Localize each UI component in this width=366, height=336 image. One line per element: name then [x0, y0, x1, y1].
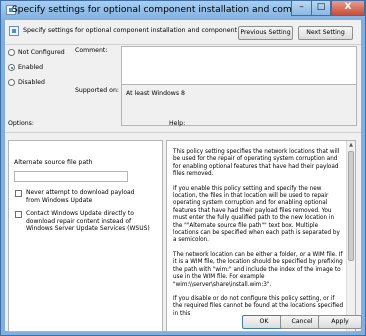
never-download-option[interactable]: Never attempt to download payload from W… — [15, 189, 145, 204]
options-panel: Alternate source file path Never attempt… — [8, 140, 163, 332]
radio-button[interactable] — [8, 79, 15, 86]
help-paragraph: This policy setting specifies the networ… — [173, 149, 340, 178]
help-text: This policy setting specifies the networ… — [173, 149, 345, 325]
next-setting-button[interactable]: Next Setting — [298, 26, 353, 40]
scroll-up-arrow-icon[interactable]: ▲ — [347, 141, 355, 150]
scroll-thumb[interactable] — [348, 151, 354, 261]
radio-label: Enabled — [18, 64, 44, 71]
radio-disabled[interactable]: Disabled — [8, 79, 45, 86]
radio-enabled[interactable]: Enabled — [8, 64, 43, 71]
help-panel: This policy setting specifies the networ… — [166, 140, 356, 332]
radio-label: Not Configured — [18, 49, 65, 56]
contact-wu-label: Contact Windows Update directly to downl… — [26, 210, 150, 232]
help-paragraph: If you enable this policy setting and sp… — [173, 185, 340, 244]
middle-divider — [5, 132, 361, 133]
radio-not-configured[interactable]: Not Configured — [8, 49, 65, 56]
policy-editor-window: Specify settings for optional component … — [0, 0, 366, 336]
apply-button[interactable]: Apply — [318, 315, 362, 329]
help-paragraph: The network location can be either a fol… — [173, 251, 343, 288]
supported-on-label: Supported on: — [75, 87, 119, 94]
radio-button[interactable] — [8, 49, 15, 56]
help-title: Help: — [169, 120, 186, 127]
dialog-client-area: Specify settings for optional component … — [5, 20, 362, 332]
contact-wu-option[interactable]: Contact Windows Update directly to downl… — [15, 210, 155, 233]
close-button[interactable]: X — [331, 1, 365, 16]
title-bar[interactable]: Specify settings for optional component … — [1, 1, 365, 20]
radio-button[interactable] — [8, 64, 15, 71]
setting-title: Specify settings for optional component … — [23, 27, 258, 34]
alternate-source-label: Alternate source file path — [14, 159, 93, 166]
supported-on-box: At least Windows 8 — [121, 84, 357, 126]
contact-wu-checkbox[interactable] — [15, 211, 22, 218]
options-title: Options: — [8, 120, 34, 127]
previous-setting-button[interactable]: Previous Setting — [238, 26, 293, 40]
setting-icon — [9, 26, 19, 36]
supported-on-value: At least Windows 8 — [126, 90, 185, 97]
never-download-checkbox[interactable] — [15, 190, 22, 197]
radio-label: Disabled — [18, 79, 45, 86]
header-divider — [5, 44, 361, 45]
alternate-source-input[interactable] — [14, 171, 128, 182]
minimize-button[interactable]: – — [291, 1, 311, 16]
never-download-label: Never attempt to download payload from W… — [26, 189, 135, 204]
help-scrollbar[interactable]: ▲ ▼ — [346, 141, 355, 331]
maximize-button[interactable]: □ — [311, 1, 331, 16]
comment-label: Comment: — [75, 47, 108, 54]
